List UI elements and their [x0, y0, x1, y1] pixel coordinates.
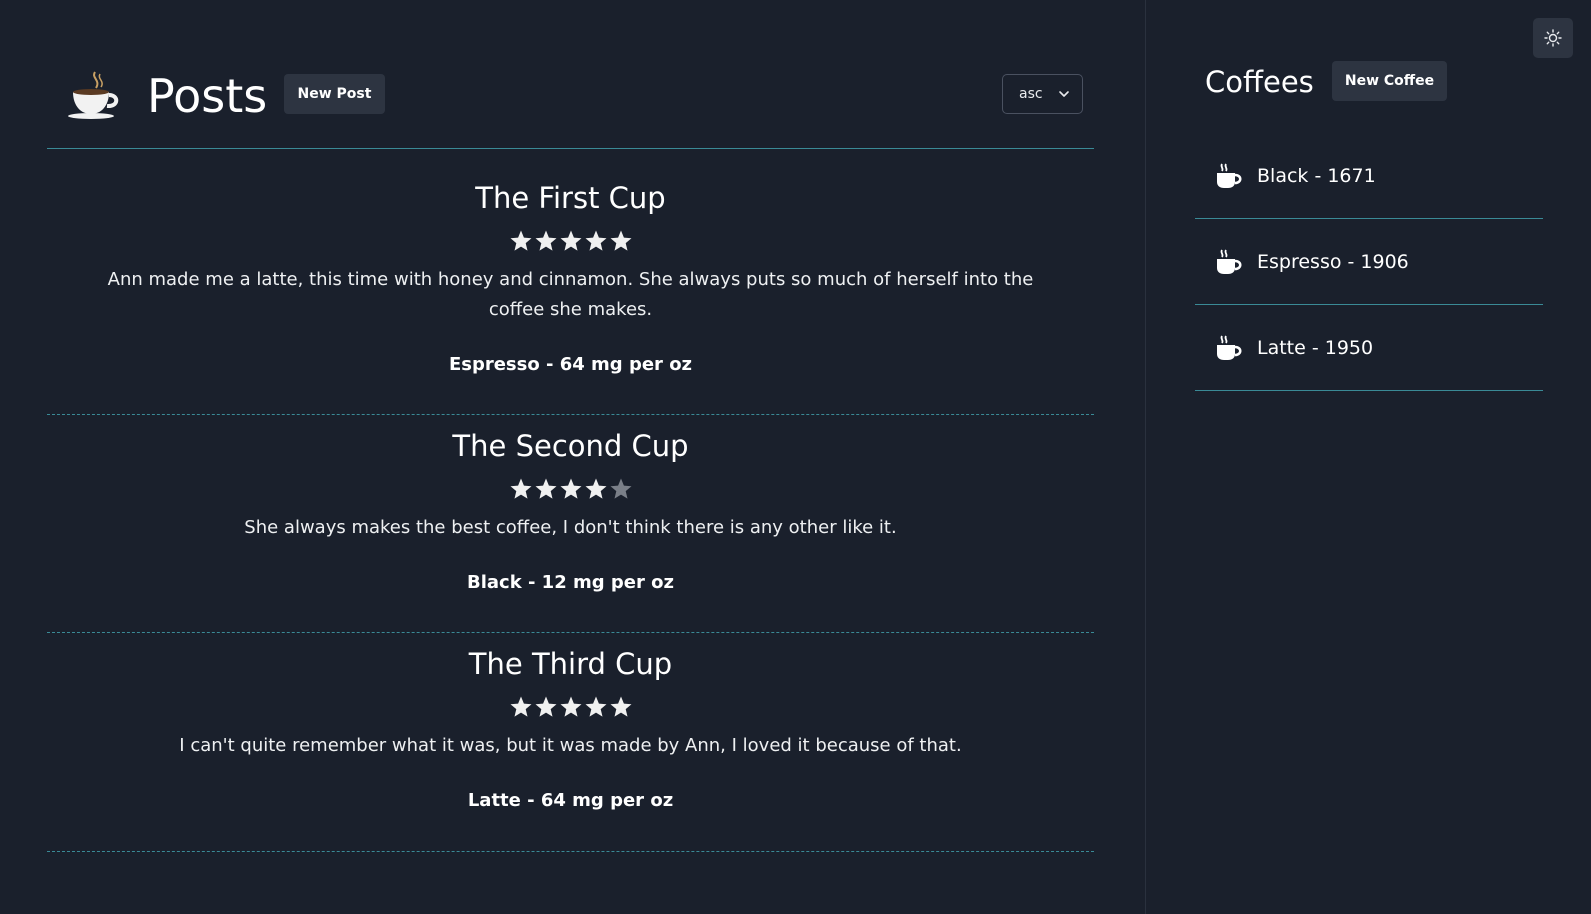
coffee-list-item[interactable]: Black - 1671: [1195, 133, 1543, 219]
coffee-item-label: Black - 1671: [1257, 164, 1376, 187]
coffee-cup-icon: [1217, 163, 1242, 188]
post-body: I can't quite remember what it was, but …: [179, 735, 962, 756]
panel-divider: [1145, 0, 1146, 914]
star-filled-icon: [535, 230, 556, 251]
coffee-cup-logo-icon: [68, 71, 119, 119]
coffee-cup-icon: [1217, 249, 1242, 274]
sort-order-value: asc: [1019, 86, 1043, 102]
post-coffee-info: Black - 12 mg per oz: [467, 572, 674, 593]
coffee-list-item[interactable]: Espresso - 1906: [1195, 219, 1543, 305]
coffee-list-item[interactable]: Latte - 1950: [1195, 305, 1543, 391]
coffee-item-label: Latte - 1950: [1257, 336, 1374, 359]
rating-stars: [47, 695, 1094, 719]
theme-toggle-button[interactable]: [1533, 18, 1573, 58]
star-filled-icon: [510, 230, 531, 251]
sort-order-select[interactable]: asc: [1002, 74, 1083, 114]
post-card: The Third Cup I can't quite remember wha…: [47, 645, 1094, 852]
star-filled-icon: [510, 478, 531, 499]
star-filled-icon: [560, 230, 581, 251]
star-empty-icon: [610, 478, 631, 499]
coffee-cup-icon: [1217, 335, 1242, 360]
posts-header: Posts New Post asc: [47, 0, 1094, 149]
post-title: The Third Cup: [468, 647, 673, 681]
star-filled-icon: [535, 478, 556, 499]
post-title: The First Cup: [475, 181, 666, 215]
star-filled-icon: [610, 696, 631, 717]
post-body: She always makes the best coffee, I don'…: [244, 517, 897, 538]
post-card: The First Cup Ann made me a latte, this …: [47, 179, 1094, 415]
rating-stars: [47, 229, 1094, 253]
sun-icon: [1544, 29, 1562, 47]
star-filled-icon: [535, 696, 556, 717]
post-body: Ann made me a latte, this time with hone…: [107, 269, 1034, 320]
coffee-list: Black - 1671 Espresso - 1906 Latte - 195…: [1195, 133, 1543, 391]
post-card: The Second Cup She always makes the best…: [47, 427, 1094, 633]
new-post-button[interactable]: New Post: [284, 74, 385, 114]
sidebar-title: Coffees: [1205, 65, 1314, 99]
app-root: Posts New Post asc The First Cup Ann mad…: [0, 0, 1591, 914]
star-filled-icon: [585, 478, 606, 499]
new-coffee-button[interactable]: New Coffee: [1332, 61, 1447, 101]
coffee-item-label: Espresso - 1906: [1257, 250, 1409, 273]
star-filled-icon: [510, 696, 531, 717]
post-coffee-info: Latte - 64 mg per oz: [467, 790, 674, 811]
star-filled-icon: [560, 478, 581, 499]
chevron-down-icon: [1059, 91, 1069, 97]
page-title: Posts: [147, 69, 268, 123]
post-title: The Second Cup: [452, 429, 689, 463]
coffees-sidebar: Coffees New Coffee Black - 1671 Espresso…: [1195, 0, 1543, 914]
star-filled-icon: [610, 230, 631, 251]
star-filled-icon: [560, 696, 581, 717]
post-coffee-info: Espresso - 64 mg per oz: [448, 354, 693, 375]
star-filled-icon: [585, 696, 606, 717]
posts-panel: Posts New Post asc The First Cup Ann mad…: [47, 0, 1094, 914]
star-filled-icon: [585, 230, 606, 251]
rating-stars: [47, 477, 1094, 501]
